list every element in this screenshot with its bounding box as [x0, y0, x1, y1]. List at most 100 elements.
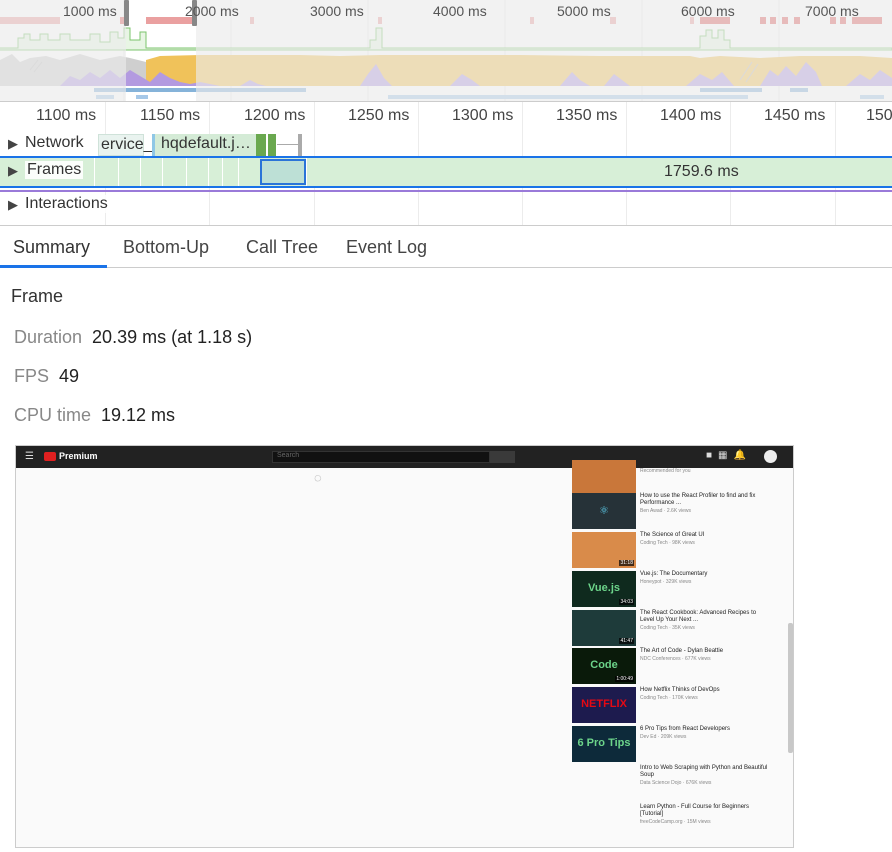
- frames-bar[interactable]: [0, 158, 892, 186]
- video-thumbnail: Vue.js 34:03: [572, 571, 636, 607]
- video-thumbnail: ⚛: [572, 493, 636, 529]
- overview-tick: 5000 ms: [557, 3, 611, 19]
- video-title: Intro to Web Scraping with Python and Be…: [640, 765, 768, 778]
- frame-duration-label: 1759.6 ms: [664, 163, 739, 180]
- timeline-tick: 1300 ms: [452, 107, 514, 124]
- summary-duration-row: Duration 20.39 ms (at 1.18 s): [14, 327, 252, 348]
- summary-fps-value: 49: [59, 366, 80, 386]
- video-thumbnail: 31:18: [572, 532, 636, 568]
- network-request-bar[interactable]: ervice_: [98, 134, 153, 156]
- overview-tick: 7000 ms: [805, 3, 859, 19]
- frame-divider: [162, 158, 163, 186]
- details-tabs: Summary Bottom-Up Call Tree Event Log: [0, 226, 892, 268]
- video-meta: NDC Conferences · 677K views: [640, 656, 711, 662]
- network-request-label: ervice_: [101, 136, 153, 153]
- timeline-tick: 1350 ms: [556, 107, 618, 124]
- video-title: 6 Pro Tips from React Developers: [640, 726, 731, 732]
- video-duration: 34:03: [619, 599, 634, 605]
- timeline-tick: 1450 ms: [764, 107, 826, 124]
- summary-cpu-label: CPU time: [14, 405, 92, 425]
- scrollbar: [788, 623, 793, 753]
- loading-spinner-icon: ◌: [314, 470, 322, 485]
- video-title: The Science of Great UI: [640, 532, 705, 538]
- tab-call-tree[interactable]: Call Tree: [246, 237, 318, 258]
- related-video-item: 41:47 The React Cookbook: Advanced Recipe…: [572, 610, 772, 646]
- expand-triangle-icon[interactable]: ▶: [8, 197, 18, 213]
- frames-track[interactable]: ▶ Frames 1759.6 ms: [0, 156, 892, 188]
- video-thumbnail: 6 Pro Tips: [572, 726, 636, 762]
- track-label-interactions[interactable]: Interactions: [25, 195, 108, 213]
- overview-tick: 3000 ms: [310, 3, 364, 19]
- timeline-tick: 1150 ms: [140, 107, 201, 124]
- timeline-tick: 1400 ms: [660, 107, 722, 124]
- video-duration: 31:18: [619, 560, 634, 566]
- youtube-search-icon: [490, 451, 515, 463]
- network-track[interactable]: ervice_ hqdefault.j… ▶ Network: [0, 130, 892, 158]
- video-meta: Honeypot · 329K views: [640, 579, 692, 585]
- video-meta: Recommended for you: [640, 468, 691, 474]
- track-label-network[interactable]: Network: [25, 134, 84, 152]
- video-title: How to use the React Profiler to find an…: [640, 493, 756, 506]
- main-timeline[interactable]: 1100 ms 1150 ms 1200 ms 1250 ms 1300 ms …: [0, 102, 892, 226]
- frame-divider: [306, 158, 307, 186]
- network-request-bar[interactable]: [268, 134, 276, 156]
- video-title: How Netflix Thinks of DevOps: [640, 687, 720, 693]
- network-request-whisker: [277, 144, 299, 145]
- related-video-item: ⚛ How to use the React Profiler to find a…: [572, 493, 772, 529]
- tab-summary[interactable]: Summary: [13, 237, 90, 258]
- youtube-page-body: ◌ Recommended for you ⚛ How to use the Rea…: [16, 460, 793, 847]
- youtube-search-placeholder: Search: [277, 452, 300, 459]
- track-label-frames[interactable]: Frames: [25, 161, 84, 179]
- tab-event-log[interactable]: Event Log: [346, 237, 427, 258]
- summary-cpu-row: CPU time 19.12 ms: [14, 405, 175, 426]
- timeline-tick: 1200 ms: [244, 107, 306, 124]
- video-meta: Ben Awad · 2.6K views: [640, 508, 692, 514]
- network-request-label: hqdefault.j…: [161, 135, 251, 152]
- frame-divider: [238, 158, 239, 186]
- related-video-item: Learn Python - Full Course for Beginners…: [572, 804, 772, 840]
- expand-triangle-icon[interactable]: ▶: [8, 163, 18, 179]
- video-meta: freeCodeCamp.org · 15M views: [640, 819, 711, 825]
- video-title: Learn Python - Full Course for Beginners…: [640, 804, 750, 817]
- expand-triangle-icon[interactable]: ▶: [8, 136, 18, 152]
- video-title: The React Cookbook: Advanced Recipes to …: [640, 610, 757, 623]
- summary-fps-label: FPS: [14, 366, 50, 386]
- interactions-track[interactable]: ▶ Interactions: [0, 192, 892, 222]
- video-thumbnail-text: NETFLIX: [581, 698, 627, 710]
- video-duration: 41:47: [619, 638, 634, 644]
- selected-frame[interactable]: [260, 159, 306, 185]
- youtube-logo-icon: [44, 452, 56, 461]
- related-video-item: Code 1:00:49 The Art of Code - Dylan Beatt…: [572, 648, 772, 684]
- video-thumbnail-text: Code: [590, 659, 618, 671]
- video-title: Vue.js: The Documentary: [640, 571, 708, 577]
- frame-divider: [118, 158, 119, 186]
- frame-screenshot: ☰ Premium Search ■▦🔔 ◌ Recommended for y…: [15, 445, 794, 848]
- timeline-tick: 1250 ms: [348, 107, 410, 124]
- youtube-logo-text: Premium: [59, 451, 98, 461]
- frame-divider: [94, 158, 95, 186]
- overview-tick: 4000 ms: [433, 3, 487, 19]
- network-request-bar[interactable]: [256, 134, 266, 156]
- video-meta: Dev Ed · 209K views: [640, 734, 687, 740]
- youtube-search-box: Search: [272, 451, 490, 463]
- video-thumbnail-text: 6 Pro Tips: [577, 737, 631, 749]
- related-video-item: Vue.js 34:03 Vue.js: The Documentary Honeyp…: [572, 571, 772, 607]
- timeline-tick: 150: [866, 107, 892, 124]
- related-video-item: 31:18 The Science of Great UI Coding Tech …: [572, 532, 772, 568]
- video-thumbnail: 41:47: [572, 610, 636, 646]
- summary-title: Frame: [11, 286, 64, 306]
- related-video-item: 6 Pro Tips 6 Pro Tips from React Develope…: [572, 726, 772, 762]
- related-video-item: Recommended for you: [572, 460, 772, 496]
- video-title: The Art of Code - Dylan Beattie: [640, 648, 724, 654]
- summary-panel: Frame Duration 20.39 ms (at 1.18 s) FPS 49…: [0, 268, 892, 852]
- video-thumbnail-text: Vue.js: [588, 582, 620, 594]
- tab-bottom-up[interactable]: Bottom-Up: [123, 237, 209, 258]
- timeline-overview[interactable]: 1000 ms 2000 ms 3000 ms 4000 ms 5000 ms …: [0, 0, 892, 102]
- menu-icon: ☰: [25, 451, 34, 462]
- network-request-bar[interactable]: [298, 134, 302, 156]
- video-duration: 1:00:49: [615, 676, 634, 682]
- video-meta: Data Science Dojo · 676K views: [640, 780, 712, 786]
- overview-tick: 6000 ms: [681, 3, 735, 19]
- network-request-bar[interactable]: hqdefault.j…: [152, 134, 266, 156]
- video-meta: Coding Tech · 98K views: [640, 540, 695, 546]
